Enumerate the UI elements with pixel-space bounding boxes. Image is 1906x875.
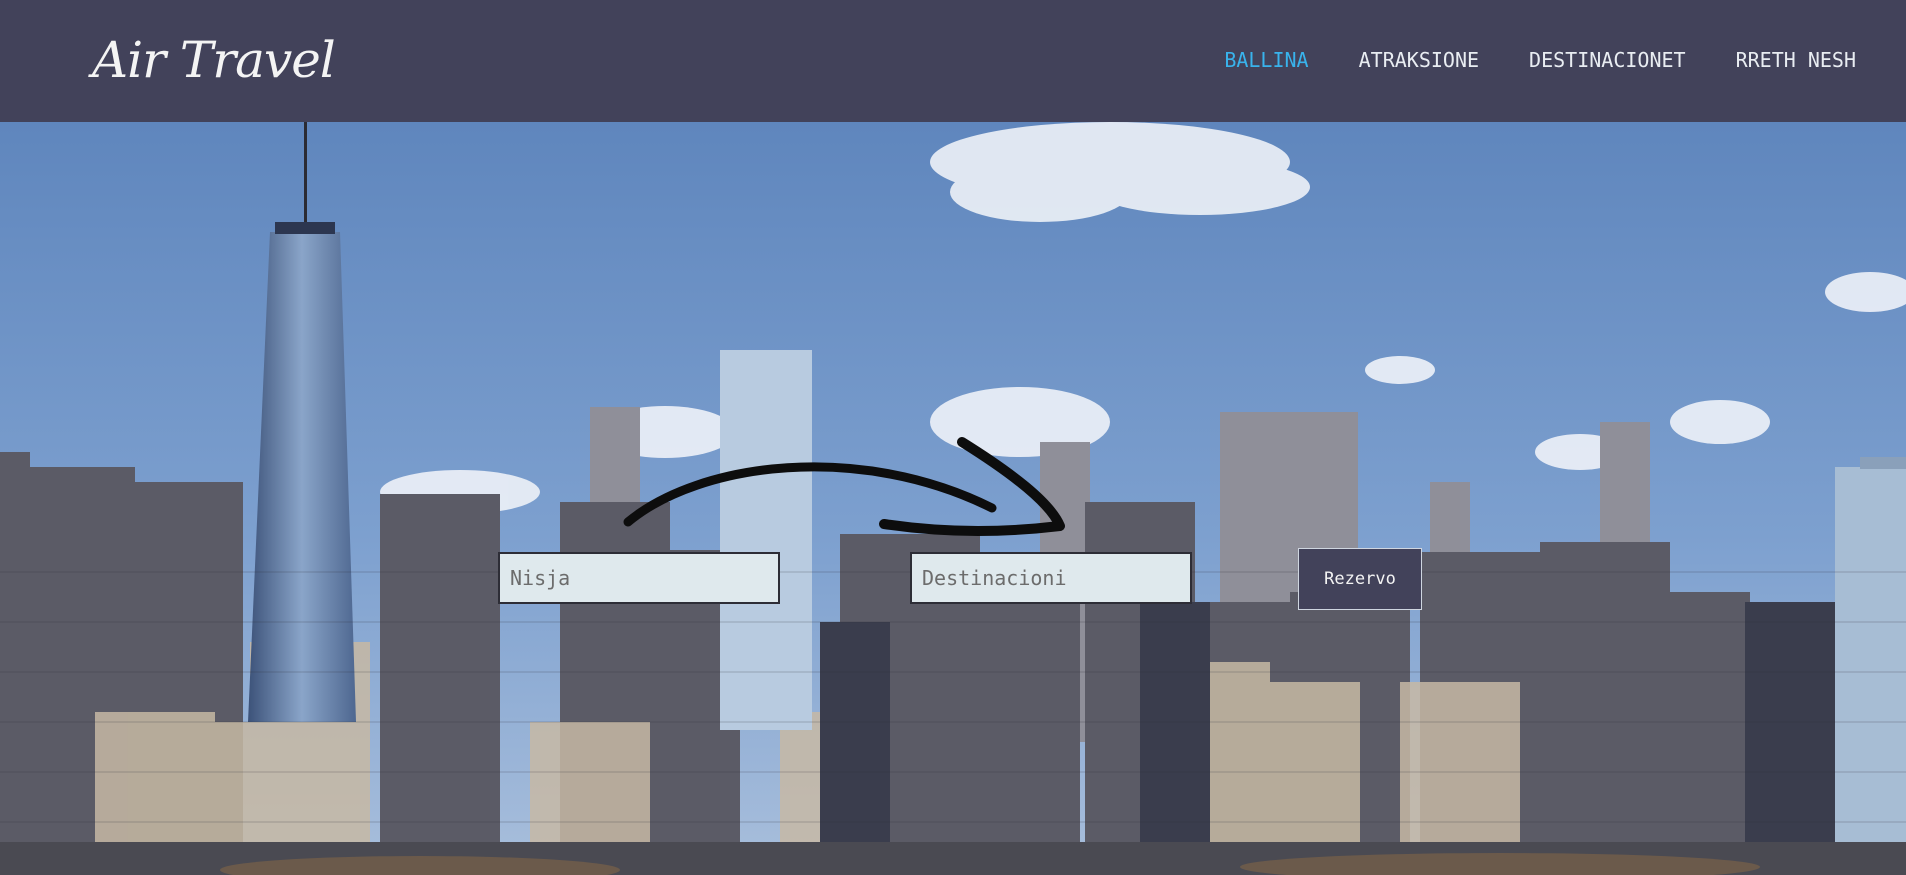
book-button[interactable]: Rezervo [1298,548,1422,610]
nav-link-ballina[interactable]: BALLINA [1224,46,1308,74]
arrow-graphic [623,437,1065,536]
origin-input[interactable] [498,552,780,604]
top-navbar: Air Travel BALLINA ATRAKSIONE DESTINACIO… [0,0,1906,122]
main-nav: BALLINA ATRAKSIONE DESTINACIONET RRETH N… [1224,46,1856,74]
hero-skyline-background [0,122,1906,875]
nav-link-atraksione[interactable]: ATRAKSIONE [1359,46,1479,74]
site-logo[interactable]: Air Travel [92,28,336,92]
nav-link-rreth-nesh[interactable]: RRETH NESH [1736,46,1856,74]
destination-input[interactable] [910,552,1192,604]
nav-link-destinacionet[interactable]: DESTINACIONET [1529,46,1686,74]
